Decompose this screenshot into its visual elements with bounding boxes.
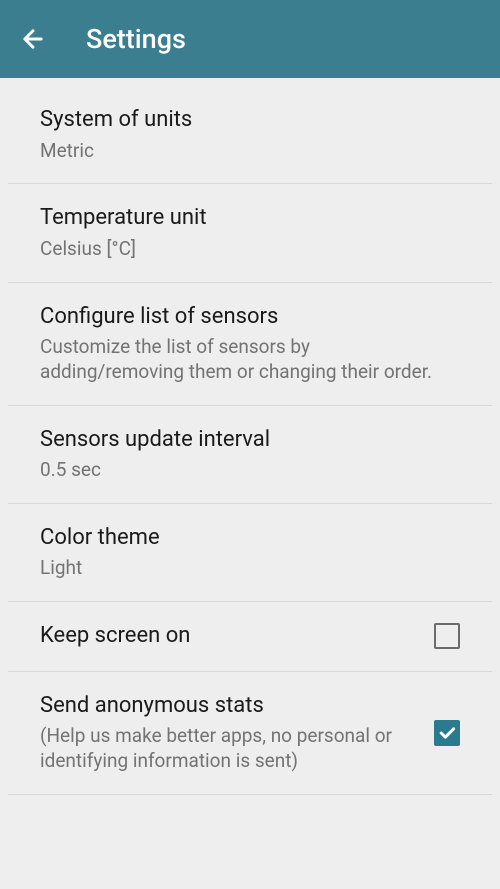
setting-value: Metric [40,139,448,164]
setting-description: (Help us make better apps, no personal o… [40,724,422,773]
setting-temperature-unit[interactable]: Temperature unit Celsius [°C] [8,184,492,282]
page-title: Settings [86,23,186,55]
setting-title: Configure list of sensors [40,303,448,332]
setting-value: Light [40,556,448,581]
setting-description: Customize the list of sensors by adding/… [40,335,448,384]
setting-system-of-units[interactable]: System of units Metric [8,78,492,184]
back-arrow-icon[interactable] [18,24,48,54]
setting-send-anonymous-stats[interactable]: Send anonymous stats (Help us make bette… [8,672,492,795]
settings-list: System of units Metric Temperature unit … [0,78,500,795]
setting-title: System of units [40,106,448,135]
setting-title: Sensors update interval [40,426,448,455]
setting-title: Temperature unit [40,204,448,233]
setting-value: Celsius [°C] [40,237,448,262]
setting-value: 0.5 sec [40,458,448,483]
setting-keep-screen-on[interactable]: Keep screen on [8,602,492,672]
setting-title: Keep screen on [40,622,422,651]
setting-update-interval[interactable]: Sensors update interval 0.5 sec [8,406,492,504]
setting-color-theme[interactable]: Color theme Light [8,504,492,602]
checkbox-keep-screen-on[interactable] [434,623,460,649]
app-header: Settings [0,0,500,78]
setting-configure-sensors[interactable]: Configure list of sensors Customize the … [8,283,492,406]
checkbox-send-anonymous-stats[interactable] [434,720,460,746]
setting-title: Color theme [40,524,448,553]
setting-title: Send anonymous stats [40,692,422,721]
